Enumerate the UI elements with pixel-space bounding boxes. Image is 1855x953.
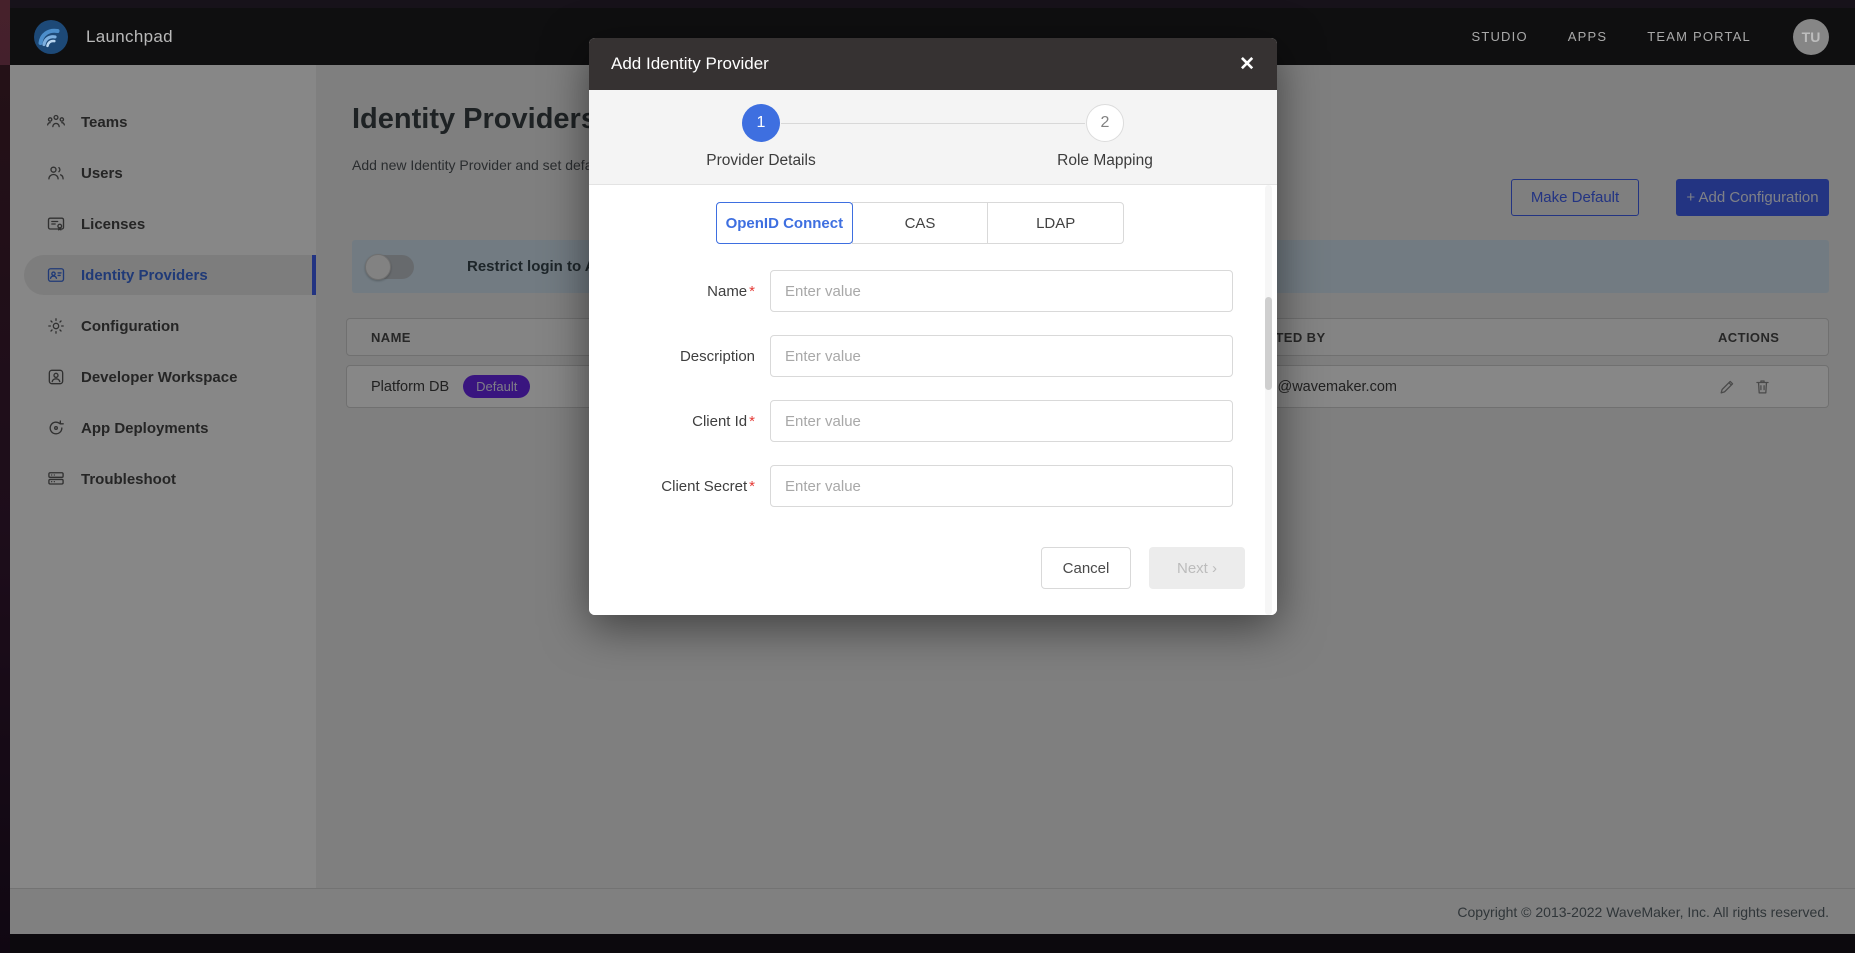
client-id-field[interactable] [770,400,1233,442]
form-row-client-secret: Client Secret* [589,465,1277,507]
required-marker: * [749,413,755,430]
close-icon[interactable]: ✕ [1239,55,1255,74]
modal-title: Add Identity Provider [611,54,769,74]
modal-scrollbar-thumb[interactable] [1265,297,1272,390]
add-identity-provider-modal: Add Identity Provider ✕ 1 Provider Detai… [589,38,1277,615]
required-marker: * [749,478,755,495]
client-secret-label: Client Secret* [589,478,755,495]
tab-openid-connect[interactable]: OpenID Connect [716,202,853,244]
provider-type-tabs: OpenID Connect CAS LDAP [716,202,1124,244]
tab-ldap[interactable]: LDAP [987,202,1124,244]
form-row-description: Description [589,335,1277,377]
modal-header: Add Identity Provider ✕ [589,38,1277,90]
form-row-client-id: Client Id* [589,400,1277,442]
brand[interactable]: Launchpad [33,19,173,55]
modal-footer-buttons: Cancel Next › [1041,547,1245,589]
provider-details-form: Name* Description Client Id* Client Secr… [589,270,1277,507]
stepper-connector [781,123,1085,124]
name-field[interactable] [770,270,1233,312]
client-secret-field[interactable] [770,465,1233,507]
viewport: Launchpad STUDIO APPS TEAM PORTAL TU [0,0,1855,953]
nav-link-studio[interactable]: STUDIO [1471,29,1527,44]
navbar-links: STUDIO APPS TEAM PORTAL TU [1471,19,1829,55]
description-field[interactable] [770,335,1233,377]
step-label: Provider Details [706,152,815,170]
wizard-stepper: 1 Provider Details 2 Role Mapping [589,90,1277,185]
form-row-name: Name* [589,270,1277,312]
required-marker: * [749,283,755,300]
user-avatar[interactable]: TU [1793,19,1829,55]
cancel-button[interactable]: Cancel [1041,547,1131,589]
nav-link-team-portal[interactable]: TEAM PORTAL [1647,29,1751,44]
step-provider-details[interactable]: 1 Provider Details [589,90,933,184]
modal-scrollbar-track[interactable] [1265,185,1272,615]
nav-link-apps[interactable]: APPS [1568,29,1607,44]
client-id-label: Client Id* [589,413,755,430]
brand-name: Launchpad [86,27,173,47]
tab-cas[interactable]: CAS [852,202,989,244]
description-label: Description [589,348,755,365]
step-label: Role Mapping [1057,152,1153,170]
next-button[interactable]: Next › [1149,547,1245,589]
name-label: Name* [589,283,755,300]
step-number: 2 [1086,104,1124,142]
wavemaker-logo-icon [33,19,69,55]
step-role-mapping[interactable]: 2 Role Mapping [933,90,1277,184]
modal-body: OpenID Connect CAS LDAP Name* Descriptio… [589,185,1277,615]
step-number: 1 [742,104,780,142]
